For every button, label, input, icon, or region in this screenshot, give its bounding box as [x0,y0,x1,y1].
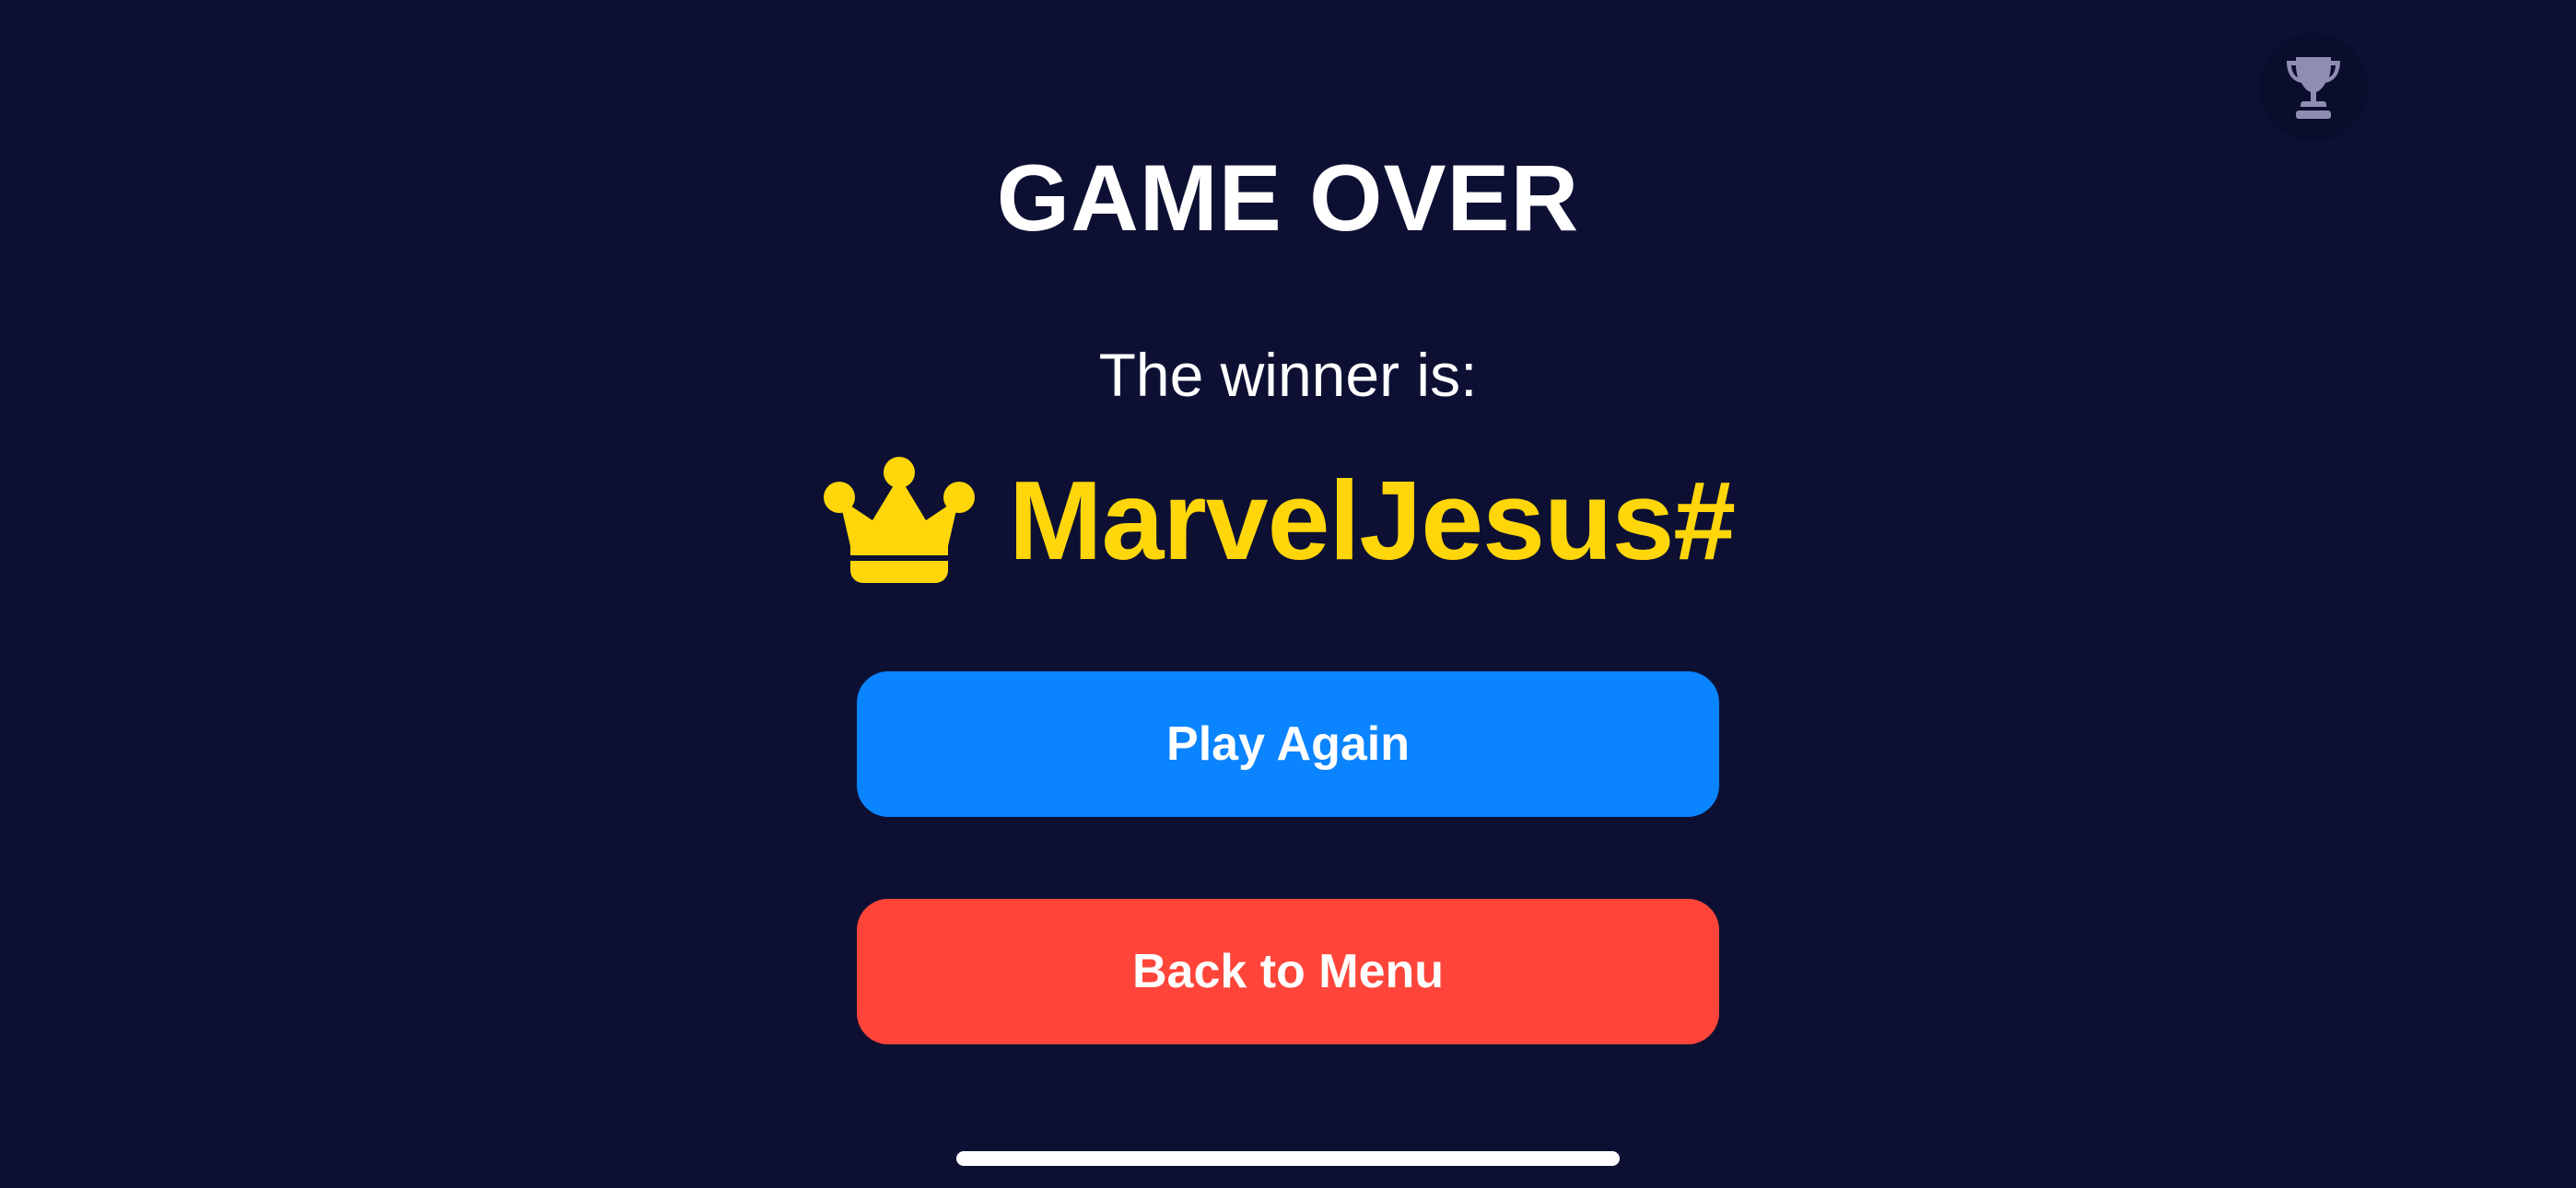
winner-subtitle: The winner is: [1098,341,1478,409]
trophy-icon [2287,57,2340,119]
back-to-menu-label: Back to Menu [1131,945,1445,998]
leaderboard-button[interactable] [2259,33,2368,142]
play-again-button[interactable]: Play Again [857,671,1719,817]
back-to-menu-button[interactable]: Back to Menu [857,899,1719,1044]
winner-name: MarvelJesus# [1008,458,1736,583]
game-over-title: GAME OVER [996,146,1580,250]
crown-icon [823,457,975,583]
home-indicator[interactable] [956,1151,1620,1166]
winner-display: MarvelJesus# [0,451,2576,589]
play-again-label: Play Again [1166,717,1410,771]
